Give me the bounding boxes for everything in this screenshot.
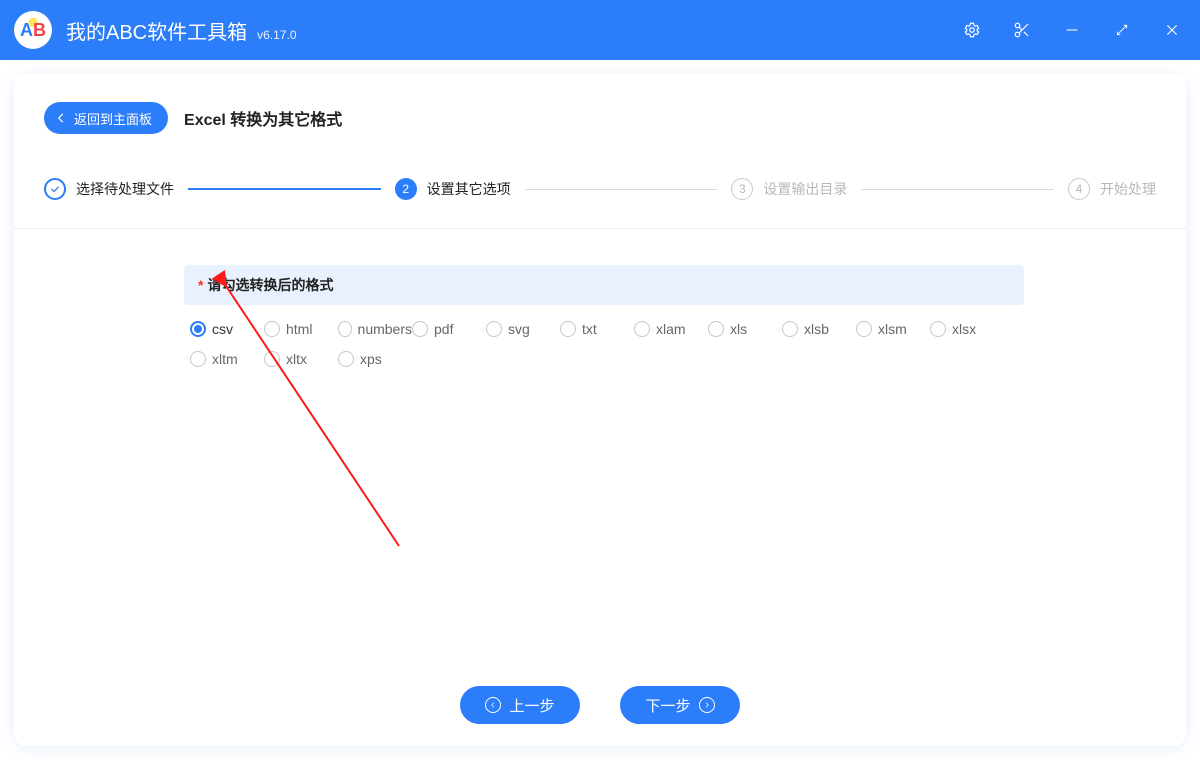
format-radio-xlsm[interactable]: xlsm [856, 321, 930, 337]
format-label: xlsm [878, 321, 907, 337]
format-radio-xlam[interactable]: xlam [634, 321, 708, 337]
step-3: 3 设置输出目录 [731, 178, 847, 200]
step-3-label: 设置输出目录 [763, 179, 847, 199]
format-radio-html[interactable]: html [264, 321, 338, 337]
step-1-badge [44, 178, 66, 200]
radio-dot [338, 321, 352, 337]
next-button[interactable]: 下一步 [620, 686, 740, 724]
format-section: *请勾选转换后的格式 csv html numbers pdf svg txt xlam xl… [184, 265, 1024, 367]
chevron-right-circle-icon [699, 697, 715, 713]
minimize-button[interactable] [1062, 20, 1082, 40]
radio-dot [486, 321, 502, 337]
radio-dot [634, 321, 650, 337]
prev-button-label: 上一步 [509, 695, 554, 716]
radio-dot [708, 321, 724, 337]
close-button[interactable] [1162, 20, 1182, 40]
format-radio-txt[interactable]: txt [560, 321, 634, 337]
tools-button[interactable] [1012, 20, 1032, 40]
radio-dot [782, 321, 798, 337]
radio-dot [190, 351, 206, 367]
next-button-label: 下一步 [645, 695, 690, 716]
minimize-icon [1064, 22, 1080, 38]
title-area: 我的ABC软件工具箱 v6.17.0 [66, 16, 297, 45]
app-version: v6.17.0 [257, 28, 296, 42]
format-label: pdf [434, 321, 453, 337]
radio-dot [264, 321, 280, 337]
format-label: numbers [358, 321, 412, 337]
step-3-badge: 3 [731, 178, 753, 200]
settings-button[interactable] [962, 20, 982, 40]
format-label: xls [730, 321, 747, 337]
step-4-label: 开始处理 [1100, 179, 1156, 199]
format-label: txt [582, 321, 597, 337]
app-logo: AB [14, 11, 52, 49]
format-radio-xls[interactable]: xls [708, 321, 782, 337]
back-button-label: 返回到主面板 [74, 109, 152, 128]
radio-dot [856, 321, 872, 337]
gear-icon [963, 21, 981, 39]
chevron-left-circle-icon [485, 697, 501, 713]
format-radio-xltx[interactable]: xltx [264, 351, 338, 367]
radio-dot [338, 351, 354, 367]
step-1-label: 选择待处理文件 [76, 179, 174, 199]
window-titlebar: AB 我的ABC软件工具箱 v6.17.0 [0, 0, 1200, 60]
format-label: xlsx [952, 321, 976, 337]
format-label: html [286, 321, 312, 337]
step-2-label: 设置其它选项 [427, 179, 511, 199]
format-radio-group: csv html numbers pdf svg txt xlam xls xlsb xlsm xl… [184, 305, 1024, 367]
format-radio-svg[interactable]: svg [486, 321, 560, 337]
page-title: Excel 转换为其它格式 [184, 106, 342, 130]
radio-dot [264, 351, 280, 367]
section-header: *请勾选转换后的格式 [184, 265, 1024, 305]
step-indicator: 选择待处理文件 2 设置其它选项 3 设置输出目录 4 开始处理 [44, 178, 1156, 200]
format-radio-xltm[interactable]: xltm [190, 351, 264, 367]
required-mark: * [198, 277, 203, 293]
radio-dot [190, 321, 206, 337]
scissors-icon [1013, 21, 1031, 39]
format-label: xltx [286, 351, 307, 367]
format-label: svg [508, 321, 530, 337]
expand-icon [1115, 23, 1129, 37]
radio-dot [560, 321, 576, 337]
format-radio-xlsb[interactable]: xlsb [782, 321, 856, 337]
back-button[interactable]: 返回到主面板 [44, 102, 168, 134]
check-icon [49, 183, 61, 195]
format-radio-csv[interactable]: csv [190, 321, 264, 337]
format-label: xlsb [804, 321, 829, 337]
chevron-left-icon [54, 111, 68, 125]
section-title: 请勾选转换后的格式 [207, 277, 333, 293]
app-title: 我的ABC软件工具箱 [66, 16, 247, 45]
step-4: 4 开始处理 [1068, 178, 1156, 200]
format-radio-xlsx[interactable]: xlsx [930, 321, 1004, 337]
format-radio-pdf[interactable]: pdf [412, 321, 486, 337]
step-2: 2 设置其它选项 [395, 178, 511, 200]
format-label: xps [360, 351, 382, 367]
format-label: csv [212, 321, 233, 337]
step-4-badge: 4 [1068, 178, 1090, 200]
format-radio-numbers[interactable]: numbers [338, 321, 412, 337]
close-icon [1164, 22, 1180, 38]
step-2-badge: 2 [395, 178, 417, 200]
format-radio-xps[interactable]: xps [338, 351, 412, 367]
radio-dot [412, 321, 428, 337]
format-label: xltm [212, 351, 238, 367]
maximize-button[interactable] [1112, 20, 1132, 40]
main-panel: 返回到主面板 Excel 转换为其它格式 选择待处理文件 2 设置其它选项 3 … [14, 74, 1186, 746]
radio-dot [930, 321, 946, 337]
format-label: xlam [656, 321, 686, 337]
prev-button[interactable]: 上一步 [460, 686, 580, 724]
wizard-footer: 上一步 下一步 [44, 672, 1156, 724]
step-1: 选择待处理文件 [44, 178, 174, 200]
